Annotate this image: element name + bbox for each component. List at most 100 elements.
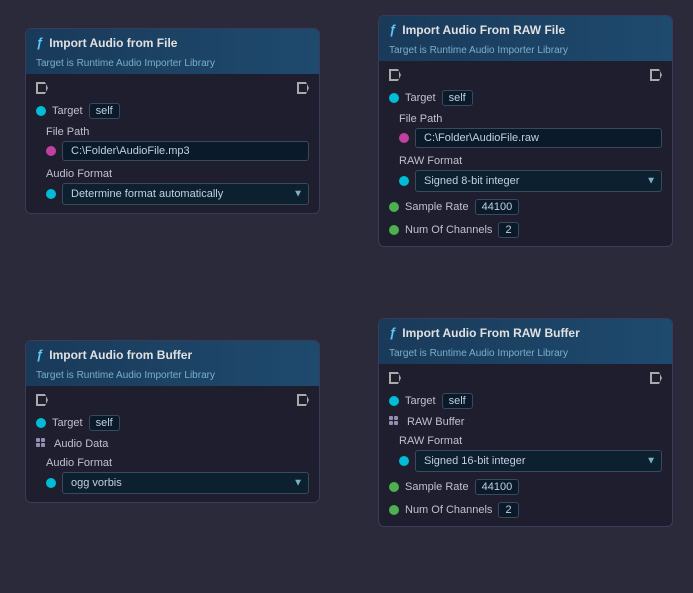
sample-rate-label-raw-buffer: Sample Rate	[405, 481, 469, 493]
node-subtitle-import-raw-buffer: Target is Runtime Audio Importer Library	[379, 346, 672, 364]
num-channels-value-raw-buffer: 2	[498, 502, 518, 518]
target-label-import-buffer: Target	[52, 417, 83, 429]
target-row-import-file: Target self	[36, 103, 309, 119]
exec-pin-in-import-buffer	[36, 394, 48, 406]
audio-format-pin-row: Determine format automatically MP3 WAV O…	[46, 183, 309, 205]
raw-format-select[interactable]: Signed 8-bit integer Signed 16-bit integ…	[415, 170, 662, 192]
raw-format-select-buffer[interactable]: Signed 8-bit integer Signed 16-bit integ…	[415, 450, 662, 472]
node-body-import-raw-file: Target self File Path RAW Format Signed …	[379, 61, 672, 246]
audio-format-select-wrapper-buffer: Determine format automatically MP3 WAV o…	[62, 472, 309, 494]
exec-pin-in-import-raw-file	[389, 69, 401, 81]
num-channels-pin-raw-buffer	[389, 505, 399, 515]
function-icon: ƒ	[36, 35, 43, 50]
target-value-import-file: self	[89, 103, 120, 119]
node-canvas: ƒ Import Audio from File Target is Runti…	[0, 0, 693, 593]
file-path-label-raw-file: File Path	[399, 113, 662, 125]
raw-format-pin	[399, 176, 409, 186]
node-header-import-buffer: ƒ Import Audio from Buffer	[26, 341, 319, 368]
target-pin-import-raw-buffer	[389, 396, 399, 406]
num-channels-label-raw-file: Num Of Channels	[405, 224, 492, 236]
node-subtitle-import-buffer: Target is Runtime Audio Importer Library	[26, 368, 319, 386]
raw-format-pin-row-buffer: Signed 8-bit integer Signed 16-bit integ…	[399, 450, 662, 472]
sample-rate-row-raw-buffer: Sample Rate 44100	[389, 479, 662, 495]
exec-pin-out-import-raw-buffer	[650, 372, 662, 384]
target-row-import-raw-file: Target self	[389, 90, 662, 106]
raw-format-pin-buffer	[399, 456, 409, 466]
sample-rate-value-raw-file: 44100	[475, 199, 520, 215]
audio-format-group-buffer: Audio Format Determine format automatica…	[36, 457, 309, 494]
file-path-pin-raw-file	[399, 133, 409, 143]
file-path-group-raw-file: File Path	[389, 113, 662, 148]
audio-data-row: Audio Data	[36, 438, 309, 450]
target-value-import-raw-buffer: self	[442, 393, 473, 409]
file-path-pin-import-file	[46, 146, 56, 156]
exec-row-import-raw-file	[389, 69, 662, 81]
raw-buffer-row: RAW Buffer	[389, 416, 662, 428]
node-import-audio-file: ƒ Import Audio from File Target is Runti…	[25, 28, 320, 214]
node-title-import-raw-file: Import Audio From RAW File	[402, 23, 565, 37]
node-body-import-buffer: Target self Audio Data Audio Format	[26, 386, 319, 502]
exec-row-import-file	[36, 82, 309, 94]
exec-row-import-raw-buffer	[389, 372, 662, 384]
node-header-import-raw-buffer: ƒ Import Audio From RAW Buffer	[379, 319, 672, 346]
node-body-import-raw-buffer: Target self RAW Buffer RAW Format	[379, 364, 672, 526]
audio-format-select-buffer[interactable]: Determine format automatically MP3 WAV o…	[62, 472, 309, 494]
raw-format-select-wrapper-buffer: Signed 8-bit integer Signed 16-bit integ…	[415, 450, 662, 472]
raw-format-group: RAW Format Signed 8-bit integer Signed 1…	[389, 155, 662, 192]
audio-format-pin-row-buffer: Determine format automatically MP3 WAV o…	[46, 472, 309, 494]
raw-buffer-pin	[389, 416, 401, 428]
sample-rate-label-raw-file: Sample Rate	[405, 201, 469, 213]
audio-data-label: Audio Data	[54, 438, 108, 450]
exec-pin-out-import-buffer	[297, 394, 309, 406]
exec-pin-out-import-raw-file	[650, 69, 662, 81]
target-row-import-buffer: Target self	[36, 415, 309, 431]
file-path-group-import-file: File Path	[36, 126, 309, 161]
node-subtitle-import-raw-file: Target is Runtime Audio Importer Library	[379, 43, 672, 61]
node-title-import-file: Import Audio from File	[49, 36, 177, 50]
node-body-import-file: Target self File Path Audio Format Deter…	[26, 74, 319, 213]
num-channels-label-raw-buffer: Num Of Channels	[405, 504, 492, 516]
target-label-import-raw-buffer: Target	[405, 395, 436, 407]
file-path-input-raw-file[interactable]	[415, 128, 662, 148]
node-title-import-buffer: Import Audio from Buffer	[49, 348, 192, 362]
function-icon-raw-buffer: ƒ	[389, 325, 396, 340]
exec-pin-out-import-file	[297, 82, 309, 94]
target-value-import-buffer: self	[89, 415, 120, 431]
file-path-pin-row	[46, 141, 309, 161]
target-pin-import-buffer	[36, 418, 46, 428]
node-title-import-raw-buffer: Import Audio From RAW Buffer	[402, 326, 580, 340]
sample-rate-value-raw-buffer: 44100	[475, 479, 520, 495]
target-pin-import-file	[36, 106, 46, 116]
raw-format-group-buffer: RAW Format Signed 8-bit integer Signed 1…	[389, 435, 662, 472]
exec-pin-in-import-file	[36, 82, 48, 94]
node-import-audio-raw-file: ƒ Import Audio From RAW File Target is R…	[378, 15, 673, 247]
exec-row-import-buffer	[36, 394, 309, 406]
raw-format-select-wrapper: Signed 8-bit integer Signed 16-bit integ…	[415, 170, 662, 192]
num-channels-row-raw-file: Num Of Channels 2	[389, 222, 662, 238]
audio-format-select-import-file[interactable]: Determine format automatically MP3 WAV O…	[62, 183, 309, 205]
node-subtitle-import-file: Target is Runtime Audio Importer Library	[26, 56, 319, 74]
node-import-audio-raw-buffer: ƒ Import Audio From RAW Buffer Target is…	[378, 318, 673, 527]
target-pin-import-raw-file	[389, 93, 399, 103]
function-icon-buffer: ƒ	[36, 347, 43, 362]
num-channels-value-raw-file: 2	[498, 222, 518, 238]
audio-format-label-import-file: Audio Format	[46, 168, 309, 180]
audio-format-pin-import-file	[46, 189, 56, 199]
audio-format-pin-buffer	[46, 478, 56, 488]
node-header-import-file: ƒ Import Audio from File	[26, 29, 319, 56]
file-path-input-import-file[interactable]	[62, 141, 309, 161]
target-label-import-raw-file: Target	[405, 92, 436, 104]
target-row-import-raw-buffer: Target self	[389, 393, 662, 409]
sample-rate-pin-raw-buffer	[389, 482, 399, 492]
audio-data-pin	[36, 438, 48, 450]
audio-format-label-buffer: Audio Format	[46, 457, 309, 469]
exec-pin-in-import-raw-buffer	[389, 372, 401, 384]
raw-format-label: RAW Format	[399, 155, 662, 167]
target-label-import-file: Target	[52, 105, 83, 117]
node-import-audio-buffer: ƒ Import Audio from Buffer Target is Run…	[25, 340, 320, 503]
node-header-import-raw-file: ƒ Import Audio From RAW File	[379, 16, 672, 43]
file-path-label-import-file: File Path	[46, 126, 309, 138]
function-icon-raw-file: ƒ	[389, 22, 396, 37]
file-path-pin-row-raw	[399, 128, 662, 148]
sample-rate-pin-raw-file	[389, 202, 399, 212]
